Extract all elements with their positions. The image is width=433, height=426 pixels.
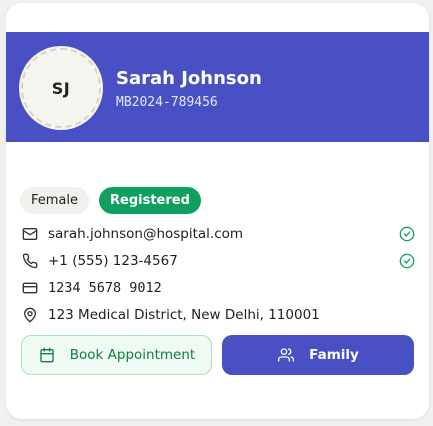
users-icon <box>277 346 295 364</box>
map-pin-icon <box>21 306 39 324</box>
patient-card: SJ Sarah Johnson MB2024-789456 Female Re… <box>6 3 429 419</box>
family-label: Family <box>309 347 359 363</box>
phone-text: +1 (555) 123-4567 <box>48 253 178 269</box>
status-badge: Registered <box>99 187 201 214</box>
book-appointment-label: Book Appointment <box>69 347 196 363</box>
patient-header: SJ Sarah Johnson MB2024-789456 <box>6 32 429 142</box>
patient-name: Sarah Johnson <box>116 68 262 89</box>
badge-group: Female Registered <box>20 187 201 214</box>
credit-card-icon <box>21 279 39 297</box>
address-row: 123 Medical District, New Delhi, 110001 <box>21 304 416 326</box>
gender-badge: Female <box>20 187 90 214</box>
book-appointment-button[interactable]: Book Appointment <box>21 335 212 375</box>
phone-row: +1 (555) 123-4567 <box>21 250 416 272</box>
calendar-icon <box>38 346 56 364</box>
patient-id: MB2024-789456 <box>116 95 218 110</box>
email-text: sarah.johnson@hospital.com <box>48 226 244 242</box>
email-row: sarah.johnson@hospital.com <box>21 223 416 245</box>
avatar: SJ <box>21 48 101 128</box>
family-button[interactable]: Family <box>222 335 414 375</box>
address-text: 123 Medical District, New Delhi, 110001 <box>48 307 320 323</box>
card-number: 1234 5678 9012 <box>48 280 162 296</box>
phone-icon <box>21 252 39 270</box>
card-row: 1234 5678 9012 <box>21 277 416 299</box>
check-circle-icon <box>398 252 416 270</box>
mail-icon <box>21 225 39 243</box>
check-circle-icon <box>398 225 416 243</box>
